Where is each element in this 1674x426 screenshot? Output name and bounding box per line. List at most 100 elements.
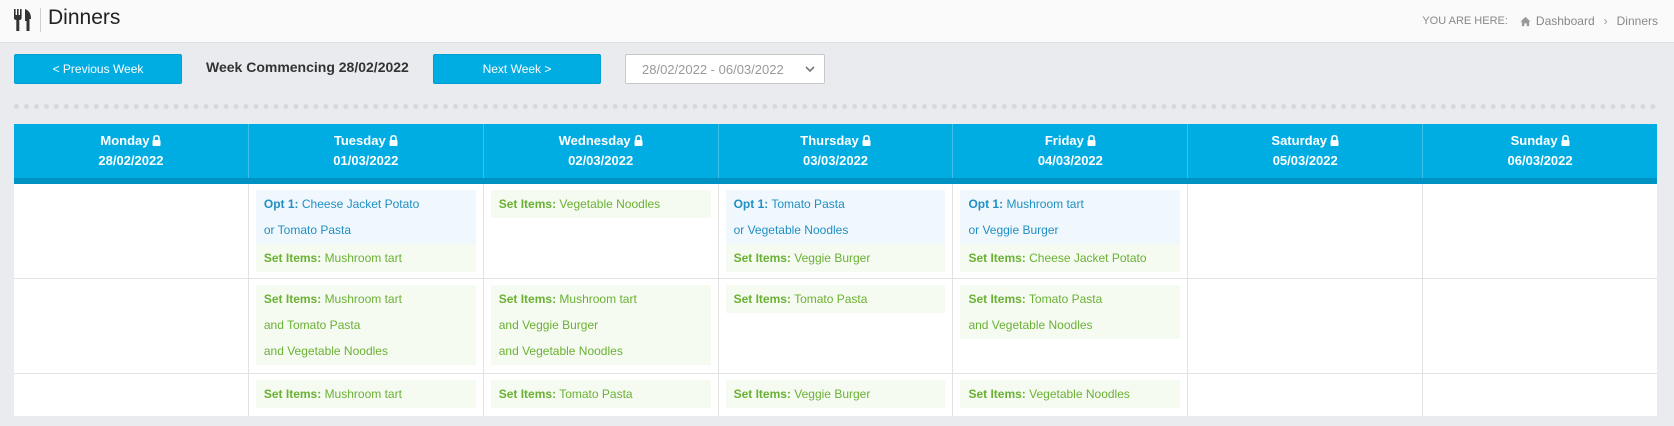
title-divider: [40, 8, 41, 32]
menu-cell: [1187, 374, 1422, 416]
set-item: Veggie Burger: [794, 387, 871, 401]
day-header-saturday: Saturday 05/03/2022: [1187, 124, 1422, 178]
set-item: Mushroom tart: [324, 292, 402, 306]
option-item: or Veggie Burger: [968, 223, 1059, 237]
menu-cell: Set Items: Vegetable Noodles: [952, 374, 1187, 416]
set-item: Mushroom tart: [324, 387, 402, 401]
set-items-block: Set Items: Cheese Jacket Potato: [960, 244, 1181, 272]
set-item-line: Set Items: Veggie Burger: [734, 245, 938, 271]
lock-icon: [634, 135, 643, 146]
set-item-line: Set Items: Tomato Pasta: [968, 286, 1172, 312]
day-name: Sunday: [1510, 133, 1558, 148]
set-item: and Tomato Pasta: [263, 318, 361, 332]
day-name: Thursday: [800, 133, 859, 148]
menu-cell: [14, 184, 248, 278]
day-date: 06/03/2022: [1507, 153, 1573, 168]
set-item-line: Set Items: Mushroom tart: [264, 286, 468, 312]
set-item: and Vegetable Noodles: [968, 318, 1093, 332]
set-item: Tomato Pasta: [794, 292, 868, 306]
day-name: Friday: [1044, 133, 1084, 148]
next-week-button[interactable]: Next Week >: [433, 54, 601, 84]
option-line: or Vegetable Noodles: [734, 217, 938, 243]
day-date: 28/02/2022: [98, 153, 164, 168]
option-item: Tomato Pasta: [771, 197, 845, 211]
option-block: Opt 1: Mushroom tart or Veggie Burger: [960, 190, 1181, 244]
menu-row: Opt 1: Cheese Jacket Potato or Tomato Pas…: [14, 184, 1657, 279]
set-item-line: Set Items: Mushroom tart: [264, 245, 468, 271]
day-header-sunday: Sunday 06/03/2022: [1422, 124, 1657, 178]
day-header-tuesday: Tuesday 01/03/2022: [247, 124, 483, 178]
option-label: Opt 1:: [733, 197, 769, 211]
set-item-line: Set Items: Vegetable Noodles: [499, 191, 703, 217]
set-items-label: Set Items:: [733, 292, 791, 306]
lock-icon: [152, 135, 161, 146]
set-items-block: Set Items: Mushroom tart: [255, 380, 476, 408]
set-item: and Vegetable Noodles: [498, 344, 623, 358]
set-items-label: Set Items:: [968, 292, 1026, 306]
calendar-body: Opt 1: Cheese Jacket Potato or Tomato Pas…: [14, 184, 1657, 416]
cutlery-icon: [14, 9, 31, 31]
set-items-block: Set Items: Veggie Burger: [725, 244, 946, 272]
week-commencing-label: Week Commencing 28/02/2022: [206, 59, 409, 75]
set-items-label: Set Items:: [263, 387, 322, 401]
day-name: Monday: [100, 133, 150, 148]
day-header-thursday: Thursday 03/03/2022: [717, 124, 953, 178]
menu-cell: [1422, 279, 1657, 373]
set-item: and Veggie Burger: [498, 318, 599, 332]
set-items-label: Set Items:: [498, 197, 557, 211]
day-header-monday: Monday 28/02/2022: [14, 124, 248, 178]
day-date: 01/03/2022: [333, 153, 399, 168]
set-item-line: and Vegetable Noodles: [499, 338, 703, 364]
set-items-block: Set Items: Tomato Pasta and Vegetable Noo…: [960, 285, 1181, 339]
set-item: Vegetable Noodles: [559, 197, 661, 211]
chevron-down-icon: [805, 66, 815, 73]
set-items-block: Set Items: Vegetable Noodles: [490, 190, 711, 218]
set-item: Tomato Pasta: [559, 387, 633, 401]
previous-week-button[interactable]: < Previous Week: [14, 54, 182, 84]
day-date: 02/03/2022: [568, 153, 634, 168]
breadcrumb-prefix: YOU ARE HERE:: [1422, 15, 1508, 27]
option-line: Opt 1: Mushroom tart: [968, 191, 1172, 217]
option-item: or Tomato Pasta: [263, 223, 352, 237]
set-items-label: Set Items:: [498, 292, 557, 306]
lock-icon: [1330, 135, 1339, 146]
set-items-block: Set Items: Vegetable Noodles: [960, 380, 1181, 408]
lock-icon: [1087, 135, 1096, 146]
set-item-line: Set Items: Tomato Pasta: [734, 286, 938, 312]
set-item: Mushroom tart: [324, 251, 402, 265]
lock-icon: [1561, 135, 1570, 146]
set-item: Vegetable Noodles: [1029, 387, 1130, 401]
week-range-value: 28/02/2022 - 06/03/2022: [642, 61, 784, 77]
top-bar: Dinners YOU ARE HERE: Dashboard › Dinner…: [0, 0, 1674, 43]
set-items-block: Set Items: Tomato Pasta: [725, 285, 946, 313]
set-item: Mushroom tart: [559, 292, 637, 306]
menu-cell: [1187, 184, 1422, 278]
set-items-label: Set Items:: [968, 387, 1026, 401]
day-name: Tuesday: [333, 133, 386, 148]
set-item-line: Set Items: Veggie Burger: [734, 381, 938, 407]
week-range-select[interactable]: 28/02/2022 - 06/03/2022: [625, 54, 825, 84]
option-label: Opt 1:: [968, 197, 1004, 211]
set-items-block: Set Items: Mushroom tart and Tomato Pasta…: [255, 285, 476, 365]
day-name: Wednesday: [558, 133, 631, 148]
home-icon: [1520, 16, 1531, 26]
option-block: Opt 1: Cheese Jacket Potato or Tomato Pas…: [255, 190, 476, 244]
day-date: 03/03/2022: [802, 153, 869, 168]
breadcrumb-dashboard-link[interactable]: Dashboard: [1536, 14, 1595, 28]
menu-cell: [1422, 184, 1657, 278]
set-item-line: Set Items: Cheese Jacket Potato: [968, 245, 1172, 271]
day-header-friday: Friday 04/03/2022: [952, 124, 1187, 178]
dotted-divider: [14, 104, 1657, 109]
set-item-line: and Veggie Burger: [499, 312, 703, 338]
lock-icon: [389, 135, 398, 146]
page-title: Dinners: [48, 6, 121, 29]
set-item: Tomato Pasta: [1028, 292, 1103, 306]
menu-cell: Set Items: Mushroom tart and Veggie Burge…: [482, 279, 718, 373]
set-items-block: Set Items: Veggie Burger: [725, 380, 946, 408]
day-date: 05/03/2022: [1272, 153, 1338, 168]
set-items-label: Set Items:: [733, 251, 791, 265]
set-item-line: and Vegetable Noodles: [264, 338, 468, 364]
option-line: or Tomato Pasta: [264, 217, 468, 243]
option-label: Opt 1:: [263, 197, 299, 211]
option-line: Opt 1: Cheese Jacket Potato: [264, 191, 468, 217]
